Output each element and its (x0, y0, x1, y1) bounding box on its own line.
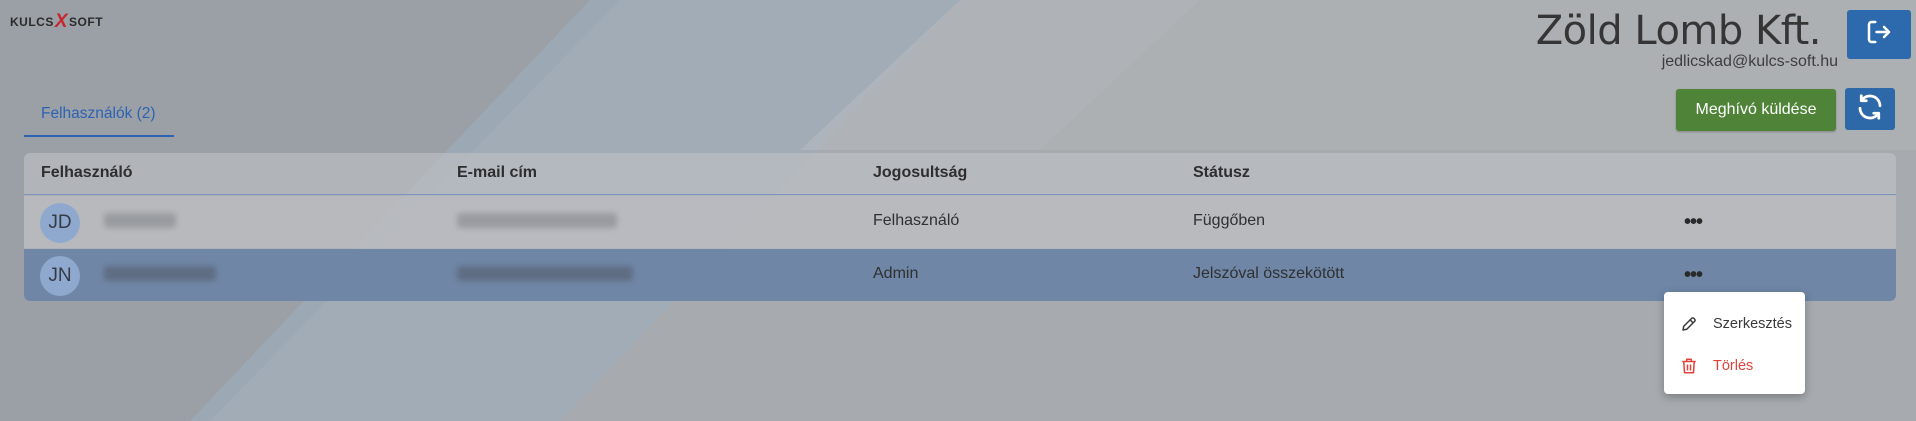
row-context-menu: Szerkesztés Törlés (1664, 292, 1805, 394)
refresh-icon (1855, 92, 1885, 127)
tab-users[interactable]: Felhasználók (2) (24, 92, 174, 137)
blurred-user-name (104, 266, 216, 281)
pencil-icon (1679, 314, 1699, 334)
more-options-icon[interactable]: ••• (1684, 265, 1716, 285)
table-header: Felhasználó E-mail cím Jogosultság Státu… (24, 153, 1896, 195)
more-options-icon[interactable]: ••• (1684, 212, 1716, 232)
table-row[interactable]: JN Admin Jelszóval összekötött ••• (24, 249, 1896, 301)
role-cell: Admin (873, 265, 919, 282)
column-header-role[interactable]: Jogosultság (873, 164, 967, 182)
kulcssoft-logo: KULCS X SOFT (10, 11, 104, 32)
logout-icon (1864, 17, 1894, 52)
menu-item-edit[interactable]: Szerkesztés (1664, 305, 1805, 343)
avatar: JD (40, 203, 80, 243)
logout-button[interactable] (1847, 10, 1911, 59)
blurred-email (457, 266, 633, 281)
users-table: Felhasználó E-mail cím Jogosultság Státu… (24, 153, 1896, 301)
blurred-user-name (104, 213, 176, 228)
menu-item-delete[interactable]: Törlés (1664, 347, 1805, 385)
blurred-email (457, 213, 617, 228)
logo-text-right: SOFT (69, 15, 104, 29)
company-name: Zöld Lomb Kft. (1535, 8, 1822, 54)
menu-item-label: Szerkesztés (1713, 316, 1792, 332)
role-cell: Felhasználó (873, 212, 960, 229)
column-header-email[interactable]: E-mail cím (457, 164, 537, 182)
status-cell: Jelszóval összekötött (1193, 265, 1345, 282)
avatar: JN (40, 256, 80, 296)
table-row[interactable]: JD Felhasználó Függőben ••• (24, 196, 1896, 248)
column-header-user[interactable]: Felhasználó (41, 164, 133, 182)
send-invite-button[interactable]: Meghívó küldése (1676, 89, 1836, 131)
logo-mark: X (54, 11, 69, 32)
status-cell: Függőben (1193, 212, 1266, 229)
trash-icon (1679, 356, 1699, 376)
logo-text-left: KULCS (10, 15, 54, 29)
menu-item-label: Törlés (1713, 358, 1754, 374)
user-email: jedlicskad@kulcs-soft.hu (1661, 53, 1838, 70)
refresh-button[interactable] (1845, 88, 1895, 130)
column-header-status[interactable]: Státusz (1193, 164, 1250, 182)
